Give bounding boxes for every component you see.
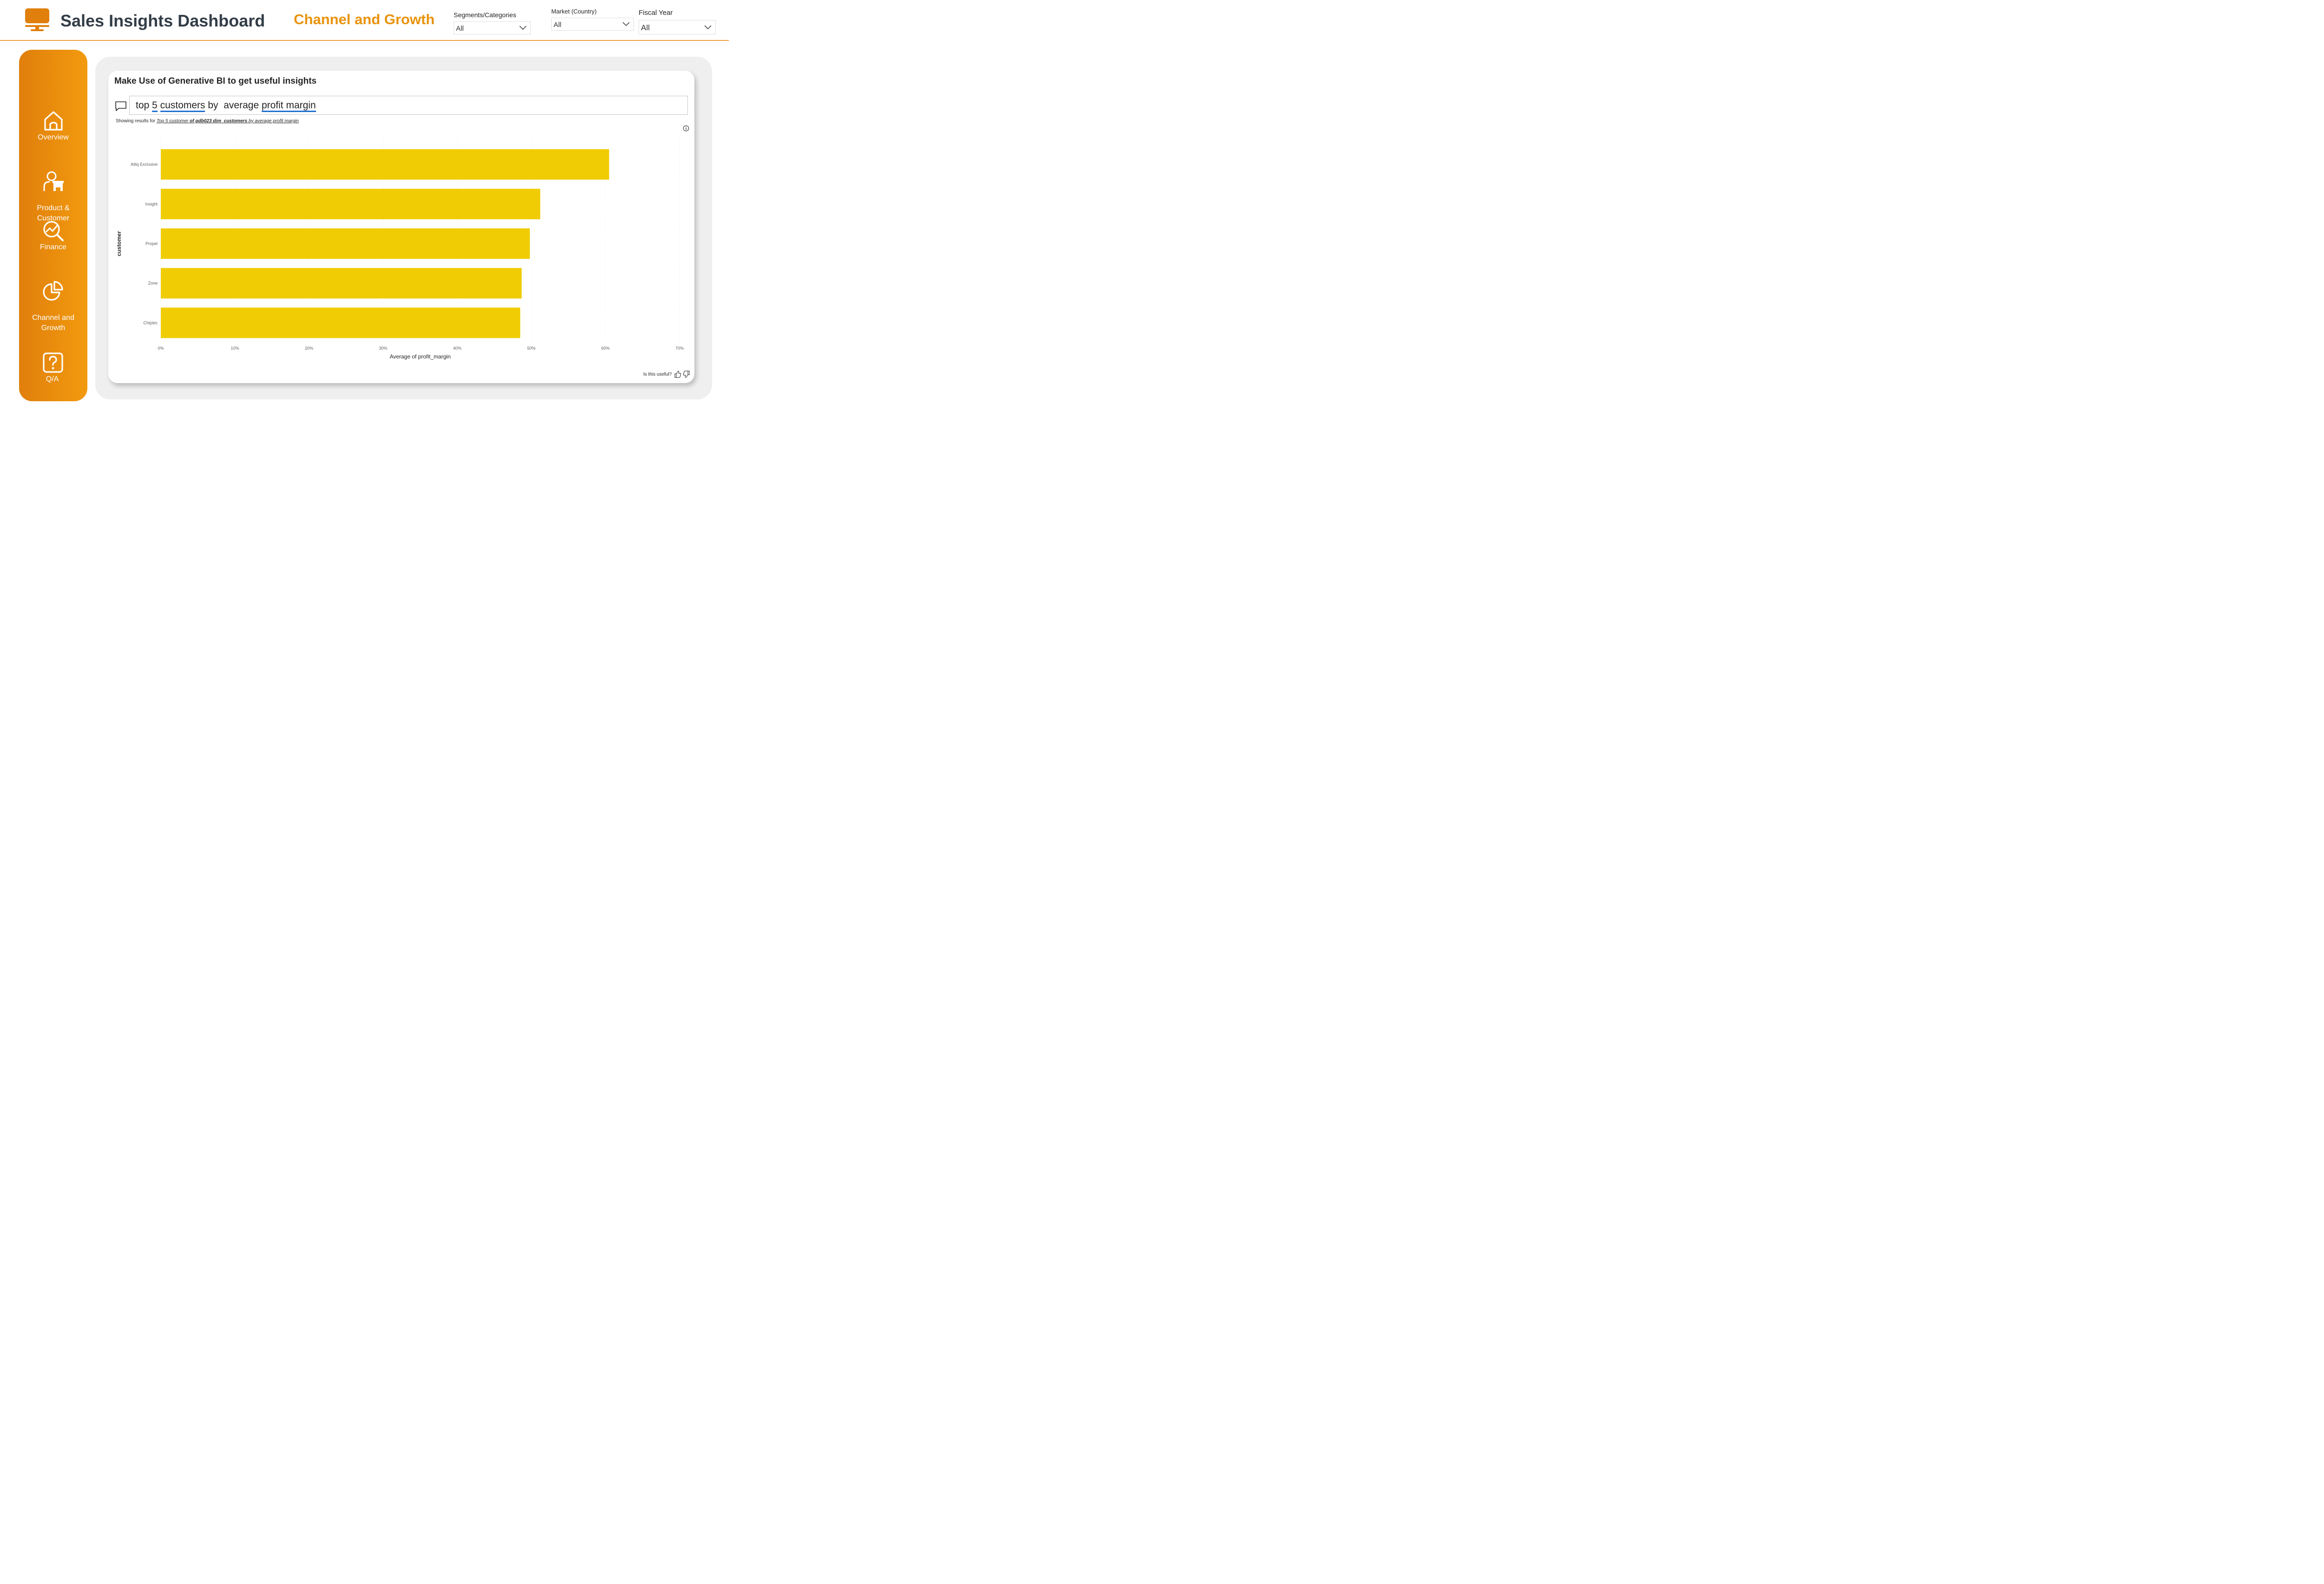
sidebar-nav: Overview Product & Customer Finance Chan… xyxy=(19,50,87,401)
bar xyxy=(161,307,521,338)
sidebar-item-overview[interactable]: Overview xyxy=(19,110,87,143)
sidebar-item-finance[interactable]: Finance xyxy=(19,220,87,252)
x-tick-label: 20% xyxy=(305,346,313,351)
y-axis-title: customer xyxy=(116,231,122,256)
showing-prefix: Showing results for xyxy=(116,119,157,124)
search-chart-icon xyxy=(43,221,64,241)
query-token: by average xyxy=(205,100,262,111)
x-tick-label: 40% xyxy=(453,346,462,351)
person-store-icon xyxy=(43,171,64,191)
showing-link-part[interactable]: Top 5 customer xyxy=(157,119,190,124)
slicer-value: All xyxy=(641,23,650,32)
fiscal-year-slicer: Fiscal Year All xyxy=(639,9,716,34)
bar xyxy=(161,268,522,299)
pie-chart-icon xyxy=(42,281,63,301)
showing-results-text: Showing results for Top 5 customer of gd… xyxy=(116,119,299,124)
query-token xyxy=(158,100,160,111)
x-tick-label: 30% xyxy=(379,346,387,351)
y-category-label: Insight xyxy=(145,202,158,206)
showing-link-part[interactable]: by average profit margin xyxy=(247,119,299,124)
bar xyxy=(161,228,530,259)
query-token-recognized: profit margin xyxy=(261,100,316,112)
home-icon xyxy=(44,111,63,131)
market-slicer: Market (Country) All xyxy=(551,8,634,31)
chat-bubble-icon xyxy=(115,101,126,111)
segments-dropdown[interactable]: All xyxy=(454,21,531,34)
slicer-label: Segments/Categories xyxy=(454,11,516,19)
sidebar-item-product-customer[interactable]: Product & Customer xyxy=(19,160,87,224)
bar xyxy=(161,149,609,180)
sidebar-item-qa[interactable]: Q/A xyxy=(19,352,87,384)
monitor-icon xyxy=(25,8,49,31)
x-tick-label: 10% xyxy=(231,346,239,351)
sidebar-item-label: Overview xyxy=(38,133,69,141)
x-tick-label: 0% xyxy=(158,346,164,351)
x-tick-label: 70% xyxy=(675,346,684,351)
slicer-value: All xyxy=(554,21,561,29)
feedback-label: Is this useful? xyxy=(643,372,672,377)
sidebar-item-label: Channel and Growth xyxy=(32,314,74,332)
slicer-label: Fiscal Year xyxy=(639,9,673,17)
qa-question-text: top 5 customers by average profit margin xyxy=(136,100,316,112)
x-tick-label: 50% xyxy=(527,346,535,351)
bar-chart: 0% 10% 20% 30% 40% 50% 60% 70% Atliq Exclusive In… xyxy=(116,138,684,360)
chevron-down-icon xyxy=(519,26,527,30)
thumbs-feedback-icon[interactable] xyxy=(674,371,690,378)
page-title: Channel and Growth xyxy=(294,11,435,27)
query-token-recognized: customers xyxy=(160,100,205,112)
x-tick-label: 60% xyxy=(601,346,610,351)
y-category-label: Atliq Exclusive xyxy=(131,162,158,167)
x-axis-title: Average of profit_margin xyxy=(390,353,450,360)
segments-slicer: Segments/Categories All xyxy=(454,11,531,34)
sidebar-item-label: Q/A xyxy=(46,375,59,383)
query-token-recognized: 5 xyxy=(152,100,158,112)
fiscal-year-dropdown[interactable]: All xyxy=(639,20,716,34)
app-title: Sales Insights Dashboard xyxy=(60,11,265,30)
sidebar-item-channel-growth[interactable]: Channel and Growth xyxy=(19,270,87,333)
qa-question-input[interactable]: top 5 customers by average profit margin xyxy=(129,96,688,115)
question-icon xyxy=(43,352,63,373)
y-category-label: Propel xyxy=(145,241,158,246)
slicer-label: Market (Country) xyxy=(551,8,597,15)
card-title: Make Use of Generative BI to get useful … xyxy=(114,76,317,86)
chevron-down-icon xyxy=(622,22,630,27)
bar xyxy=(161,188,541,219)
y-category-label: Zone xyxy=(148,281,158,285)
y-category-label: Chiptec xyxy=(143,320,158,325)
chevron-down-icon xyxy=(704,25,712,30)
query-token: top xyxy=(136,100,152,111)
showing-link-bold[interactable]: of gdb023 dim_customers xyxy=(190,119,247,124)
market-dropdown[interactable]: All xyxy=(551,18,634,31)
slicer-value: All xyxy=(456,25,464,33)
qa-visual-card: Make Use of Generative BI to get useful … xyxy=(108,71,694,383)
sidebar-item-label: Finance xyxy=(40,243,66,251)
header: Sales Insights Dashboard Channel and Gro… xyxy=(0,0,729,41)
info-icon[interactable] xyxy=(683,125,689,132)
